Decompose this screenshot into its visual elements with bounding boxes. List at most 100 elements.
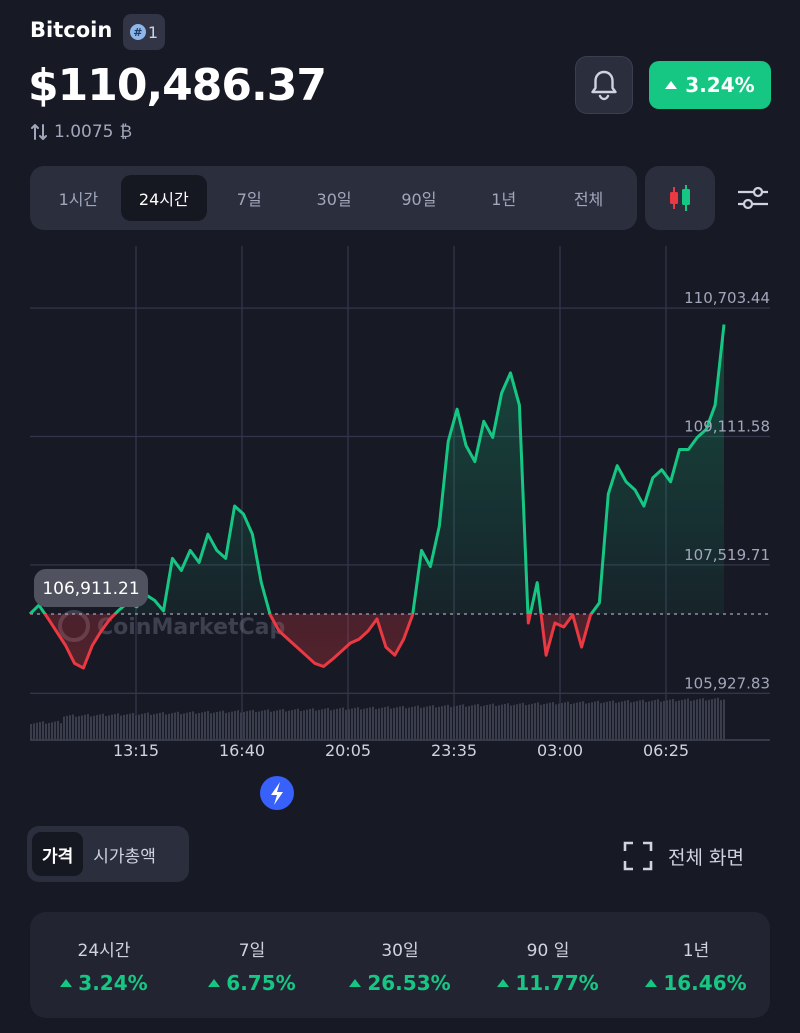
volume-bar bbox=[687, 698, 689, 740]
volume-bar bbox=[36, 722, 38, 740]
volume-bar bbox=[462, 704, 464, 740]
volume-bar bbox=[30, 724, 32, 740]
volume-bar bbox=[177, 711, 179, 740]
up-arrow-icon bbox=[208, 978, 221, 987]
volume-bar bbox=[543, 704, 545, 740]
volume-bar bbox=[720, 700, 722, 740]
volume-bar bbox=[531, 703, 533, 740]
market-cap-tab[interactable]: 시가총액 bbox=[83, 832, 166, 876]
volume-bar bbox=[588, 702, 590, 740]
price-kind-toggle: 가격 시가총액 bbox=[27, 826, 189, 882]
volume-bar bbox=[129, 713, 131, 740]
volume-bar bbox=[642, 699, 644, 740]
volume-bar bbox=[75, 716, 77, 740]
perf-90d: 90 일 11.77% bbox=[474, 936, 622, 995]
volume-bar bbox=[228, 712, 230, 740]
volume-bar bbox=[471, 705, 473, 740]
price-chart[interactable]: CoinMarketCap 110,703.44 109,111.58 107,51… bbox=[0, 240, 800, 820]
volume-bar bbox=[645, 702, 647, 740]
volume-bar bbox=[627, 700, 629, 740]
volume-bar bbox=[93, 715, 95, 740]
tab-1y[interactable]: 1년 bbox=[461, 175, 546, 221]
tab-all[interactable]: 전체 bbox=[546, 175, 631, 221]
volume-bar bbox=[573, 703, 575, 740]
volume-bar bbox=[150, 714, 152, 740]
volume-bar bbox=[189, 712, 191, 740]
volume-bar bbox=[504, 703, 506, 740]
x-tick-label: 03:00 bbox=[537, 741, 583, 760]
price-tab[interactable]: 가격 bbox=[32, 832, 84, 876]
candlestick-button[interactable] bbox=[645, 166, 715, 230]
volume-bar bbox=[153, 714, 155, 740]
volume-bar bbox=[387, 706, 389, 740]
volume-bar bbox=[636, 701, 638, 740]
volume-bar bbox=[300, 710, 302, 740]
x-tick-label: 13:15 bbox=[113, 741, 159, 760]
volume-bar bbox=[246, 711, 248, 740]
tab-90d[interactable]: 90일 bbox=[376, 175, 461, 221]
volume-bar bbox=[324, 708, 326, 740]
volume-bar bbox=[555, 704, 557, 740]
volume-bar bbox=[363, 708, 365, 740]
volume-bar bbox=[396, 707, 398, 740]
volume-bar bbox=[405, 708, 407, 740]
tab-1h[interactable]: 1시간 bbox=[36, 175, 121, 221]
volume-bar bbox=[111, 714, 113, 740]
volume-bar bbox=[219, 711, 221, 740]
price-change-badge: 3.24% bbox=[649, 61, 771, 109]
volume-bar bbox=[537, 702, 539, 740]
volume-bars bbox=[30, 697, 725, 740]
volume-bar bbox=[618, 702, 620, 740]
volume-bar bbox=[318, 709, 320, 740]
volume-bar bbox=[384, 707, 386, 740]
volume-bar bbox=[672, 698, 674, 740]
volume-bar bbox=[165, 714, 167, 740]
volume-bar bbox=[240, 712, 242, 740]
btc-conversion[interactable]: 1.0075 ₿ bbox=[30, 122, 132, 142]
volume-bar bbox=[255, 712, 257, 740]
volume-bar bbox=[81, 715, 83, 740]
volume-bar bbox=[624, 700, 626, 740]
volume-bar bbox=[342, 707, 344, 740]
volume-bar bbox=[639, 700, 641, 740]
x-tick-label: 23:35 bbox=[431, 741, 477, 760]
volume-bar bbox=[402, 705, 404, 740]
volume-bar bbox=[621, 701, 623, 740]
tab-24h[interactable]: 24시간 bbox=[120, 175, 207, 221]
volume-bar bbox=[483, 705, 485, 740]
expand-icon bbox=[623, 841, 653, 871]
volume-bar bbox=[558, 703, 560, 740]
volume-bar bbox=[294, 709, 296, 740]
perf-value: 3.24% bbox=[78, 970, 148, 995]
volume-bar bbox=[354, 707, 356, 740]
perf-value: 6.75% bbox=[226, 970, 296, 995]
volume-bar bbox=[366, 708, 368, 740]
volume-bar bbox=[609, 701, 611, 740]
volume-bar bbox=[126, 714, 128, 740]
up-arrow-icon bbox=[349, 978, 362, 987]
tab-30d[interactable]: 30일 bbox=[292, 175, 377, 221]
volume-bar bbox=[282, 709, 284, 740]
btc-symbol: ₿ bbox=[119, 122, 133, 142]
performance-panel: 24시간 3.24% 7일 6.75% 30일 26.53% 90 일 11.7… bbox=[30, 912, 770, 1018]
volume-bar bbox=[297, 708, 299, 740]
volume-bar bbox=[54, 721, 56, 740]
sliders-icon bbox=[738, 186, 768, 210]
volume-bar bbox=[447, 704, 449, 740]
volume-bar bbox=[144, 713, 146, 740]
volume-bar bbox=[357, 707, 359, 740]
chart-settings-button[interactable] bbox=[730, 176, 776, 220]
volume-bar bbox=[519, 703, 521, 740]
volume-bar bbox=[432, 705, 434, 740]
volume-bar bbox=[102, 713, 104, 740]
tab-7d[interactable]: 7일 bbox=[207, 175, 292, 221]
volume-bar bbox=[204, 711, 206, 740]
flash-marker[interactable] bbox=[260, 776, 294, 810]
price-alert-button[interactable] bbox=[575, 56, 633, 114]
volume-bar bbox=[465, 706, 467, 740]
volume-bar bbox=[711, 699, 713, 740]
fullscreen-button[interactable]: 전체 화면 bbox=[622, 836, 744, 876]
volume-bar bbox=[456, 705, 458, 740]
volume-bar bbox=[333, 709, 335, 740]
volume-bar bbox=[114, 714, 116, 740]
